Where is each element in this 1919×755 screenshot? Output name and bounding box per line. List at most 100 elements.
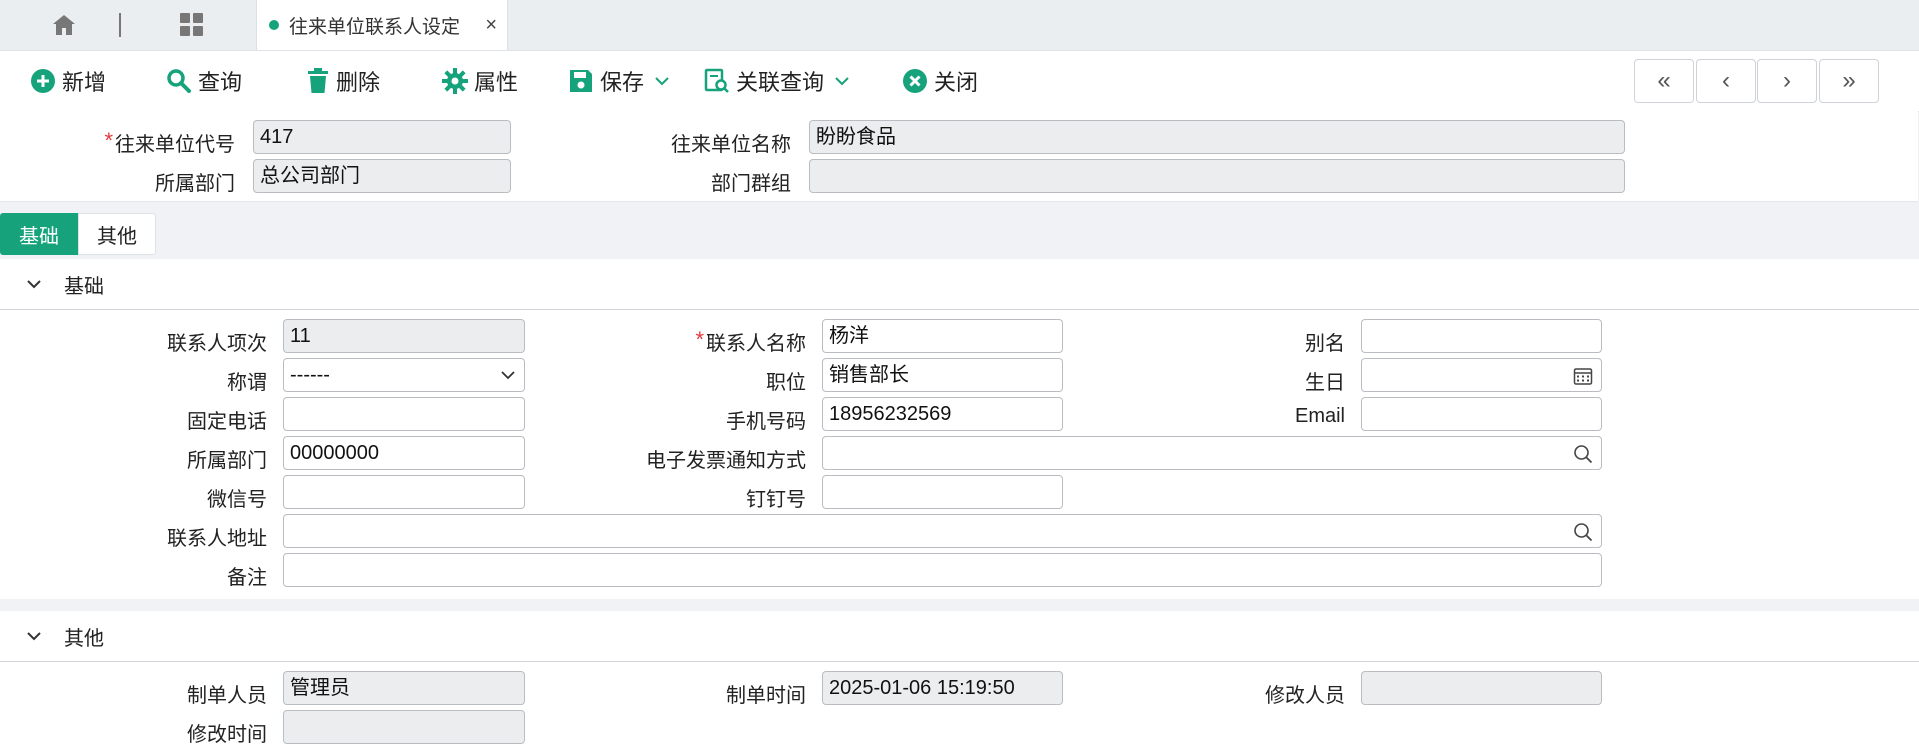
base-panel: 基础 联系人项次 11 * 联系人名称 杨洋 别名 称谓 ------ 职位 销售… <box>0 259 1919 599</box>
chevron-down-icon[interactable] <box>834 76 850 86</box>
alias-field[interactable] <box>1361 319 1602 353</box>
unit-code-field[interactable]: 417 <box>253 120 511 154</box>
chevron-down-icon <box>501 371 515 380</box>
plus-circle-icon <box>31 69 55 93</box>
gear-icon <box>442 68 468 94</box>
creator-field[interactable]: 管理员 <box>283 671 525 705</box>
mobile-label: 手机号码 <box>726 411 806 433</box>
phone-label: 固定电话 <box>187 411 267 433</box>
search-icon[interactable] <box>1573 444 1593 464</box>
tab-contact-setting[interactable]: 往来单位联系人设定 × <box>256 0 508 50</box>
home-icon[interactable] <box>40 0 88 50</box>
chevron-right-icon: › <box>1783 67 1791 94</box>
other-section-header[interactable]: 其他 <box>0 611 1919 662</box>
position-label: 职位 <box>766 372 806 394</box>
active-dot-icon <box>269 20 279 30</box>
created-time-field[interactable]: 2025-01-06 15:19:50 <box>822 671 1063 705</box>
double-chevron-right-icon: » <box>1842 67 1856 94</box>
salutation-select[interactable]: ------ <box>283 358 525 392</box>
close-circle-icon <box>903 69 927 93</box>
unit-name-field[interactable]: 盼盼食品 <box>809 120 1625 154</box>
tab-close-icon[interactable]: × <box>485 14 497 37</box>
document-search-icon <box>704 68 729 93</box>
properties-button[interactable]: 属性 <box>442 63 518 99</box>
close-button[interactable]: 关闭 <box>902 63 978 99</box>
contact-name-label: * 联系人名称 <box>695 327 806 355</box>
creator-label: 制单人员 <box>187 685 267 707</box>
chevron-down-icon[interactable] <box>654 76 670 86</box>
contact-seq-label: 联系人项次 <box>167 333 267 355</box>
tab-divider <box>118 0 122 50</box>
salutation-value: ------ <box>290 364 330 386</box>
dept-field[interactable]: 总公司部门 <box>253 159 511 193</box>
trash-icon <box>308 68 328 93</box>
mobile-field[interactable]: 18956232569 <box>822 397 1063 431</box>
floppy-disk-icon <box>570 70 592 92</box>
related-query-button[interactable]: 关联查询 <box>704 63 856 99</box>
dingtalk-field[interactable] <box>822 475 1063 509</box>
dept-group-label: 部门群组 <box>711 173 791 195</box>
base-section-header[interactable]: 基础 <box>0 259 1919 310</box>
tab-strip: 往来单位联系人设定 × <box>0 0 1919 51</box>
email-field[interactable] <box>1361 397 1602 431</box>
base-section-title: 基础 <box>64 275 104 298</box>
contact-seq-field[interactable]: 11 <box>283 319 525 353</box>
tab-base[interactable]: 基础 <box>0 213 78 255</box>
nav-prev-button[interactable]: ‹ <box>1696 59 1756 103</box>
dept-group-field[interactable] <box>809 159 1625 193</box>
modifier-label: 修改人员 <box>1265 685 1345 707</box>
search-icon[interactable] <box>1573 522 1593 542</box>
add-button[interactable]: 新增 <box>30 63 106 99</box>
save-button[interactable]: 保存 <box>568 63 676 99</box>
save-label: 保存 <box>600 70 645 95</box>
remark-label: 备注 <box>227 567 267 589</box>
chevron-left-icon: ‹ <box>1722 67 1730 94</box>
address-field[interactable] <box>283 514 1602 548</box>
search-icon <box>167 69 191 93</box>
other-panel: 其他 制单人员 管理员 制单时间 2025-01-06 15:19:50 修改人… <box>0 611 1919 755</box>
modified-time-field[interactable] <box>283 710 525 744</box>
query-label: 查询 <box>198 70 243 95</box>
wechat-field[interactable] <box>283 475 525 509</box>
grid-apps-icon[interactable] <box>168 0 216 50</box>
address-label: 联系人地址 <box>167 528 267 550</box>
nav-next-button[interactable]: › <box>1757 59 1817 103</box>
nav-first-button[interactable]: « <box>1634 59 1694 103</box>
dept-label: 所属部门 <box>155 173 235 195</box>
close-label: 关闭 <box>934 70 979 95</box>
chevron-down-icon <box>27 632 41 641</box>
required-asterisk: * <box>104 128 113 153</box>
birthday-field[interactable] <box>1361 358 1602 392</box>
nav-last-button[interactable]: » <box>1819 59 1879 103</box>
calendar-icon[interactable] <box>1573 366 1593 386</box>
remark-field[interactable] <box>283 553 1602 587</box>
add-label: 新增 <box>62 70 107 95</box>
tab-title: 往来单位联系人设定 <box>289 16 461 38</box>
einvoice-label: 电子发票通知方式 <box>646 450 806 472</box>
position-field[interactable]: 销售部长 <box>822 358 1063 392</box>
related-query-label: 关联查询 <box>736 70 825 95</box>
modified-time-label: 修改时间 <box>187 724 267 746</box>
delete-label: 删除 <box>336 70 381 95</box>
query-button[interactable]: 查询 <box>166 63 242 99</box>
other-section-title: 其他 <box>64 627 104 650</box>
header-form: * 往来单位代号 417 往来单位名称 盼盼食品 所属部门 总公司部门 部门群组 <box>0 111 1918 202</box>
required-asterisk: * <box>695 327 704 352</box>
birthday-label: 生日 <box>1305 372 1345 394</box>
created-time-label: 制单时间 <box>726 685 806 707</box>
phone-field[interactable] <box>283 397 525 431</box>
tab-other[interactable]: 其他 <box>78 213 156 255</box>
chevron-down-icon <box>27 280 41 289</box>
delete-button[interactable]: 删除 <box>306 63 380 99</box>
einvoice-field[interactable] <box>822 436 1602 470</box>
properties-label: 属性 <box>474 70 519 95</box>
double-chevron-left-icon: « <box>1657 67 1671 94</box>
wechat-label: 微信号 <box>207 489 267 511</box>
unit-name-label: 往来单位名称 <box>671 134 791 156</box>
base-dept-field[interactable]: 00000000 <box>283 436 525 470</box>
base-dept-label: 所属部门 <box>187 450 267 472</box>
contact-name-field[interactable]: 杨洋 <box>822 319 1063 353</box>
salutation-label: 称谓 <box>227 372 267 394</box>
modifier-field[interactable] <box>1361 671 1602 705</box>
toolbar: 新增 查询 删除 属性 保存 关联查询 关闭 « ‹ › » <box>0 51 1919 112</box>
